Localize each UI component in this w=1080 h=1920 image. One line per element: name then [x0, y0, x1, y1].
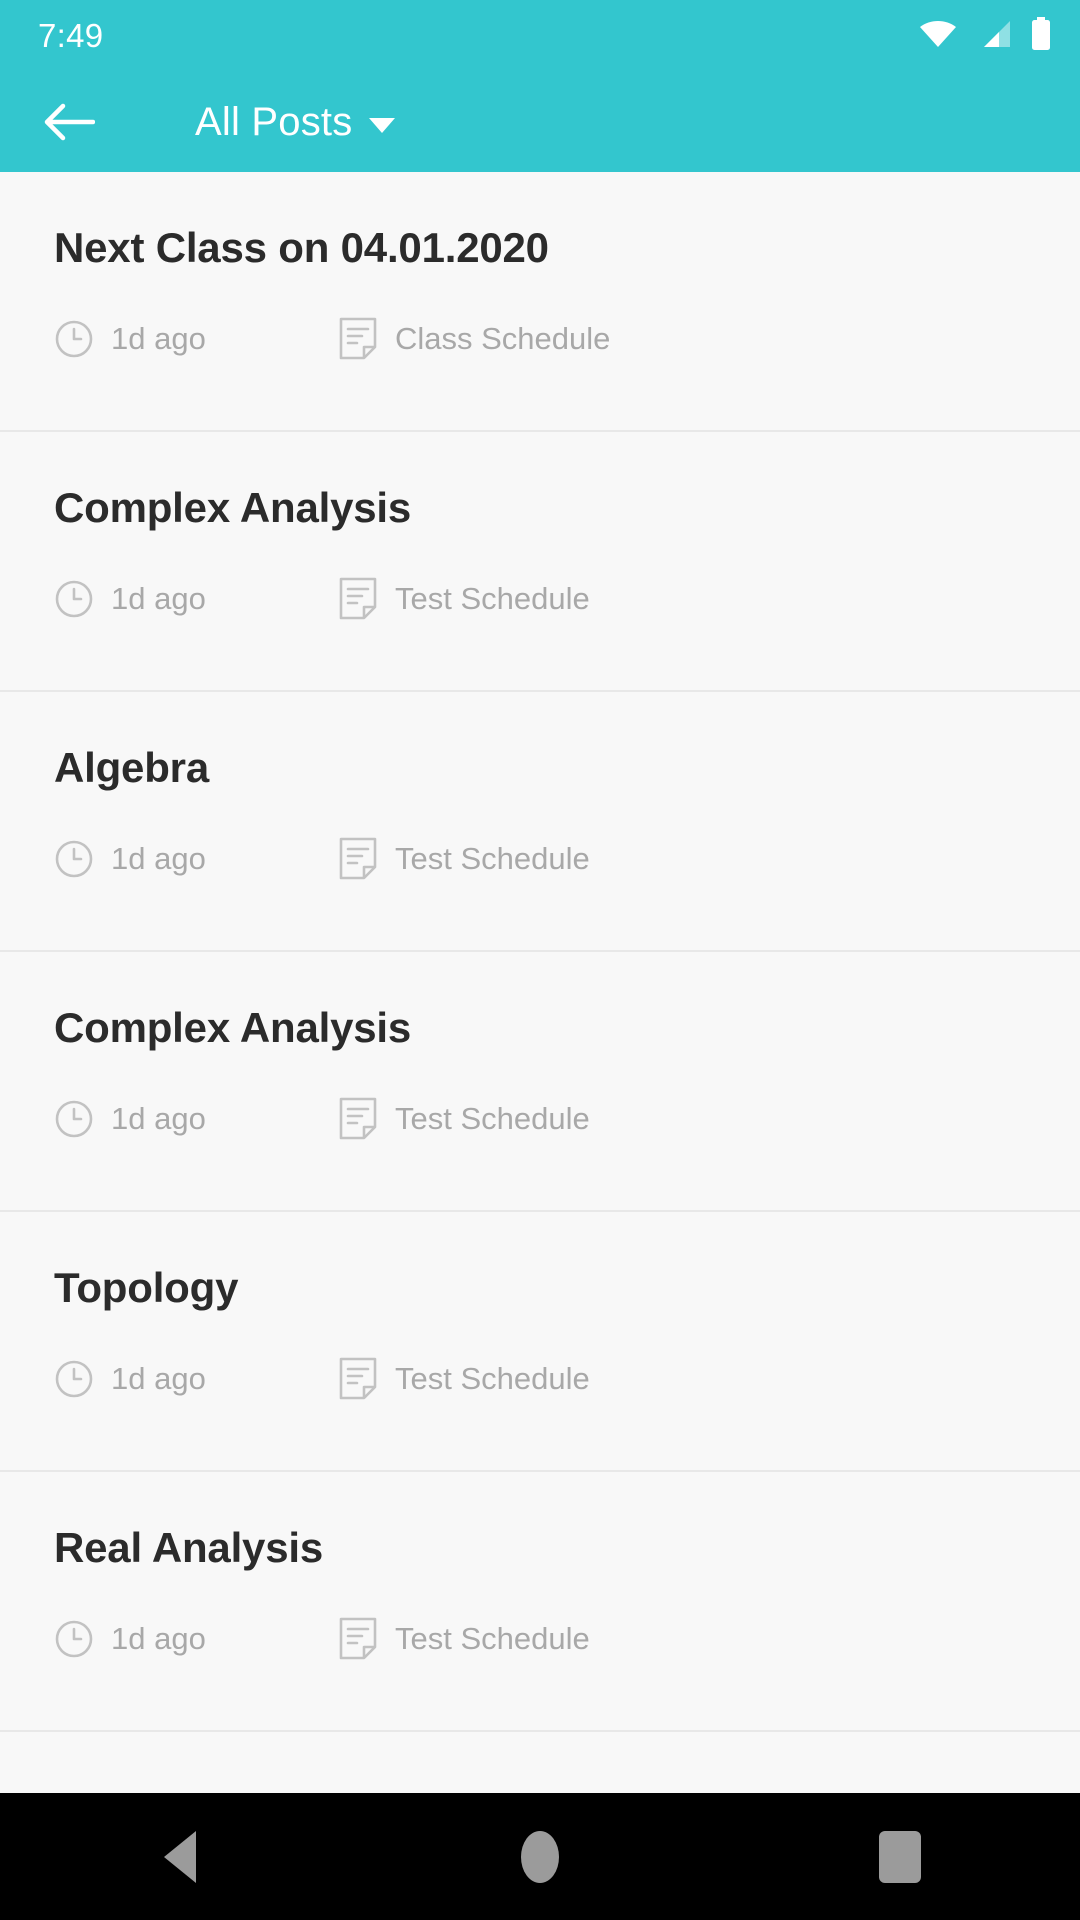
- post-category: Class Schedule: [338, 317, 610, 361]
- post-category-label: Class Schedule: [395, 321, 611, 356]
- phone-screen: 7:49 All Posts Next Class on 04.01.2020 …: [0, 0, 1080, 1920]
- post-timestamp: 1d ago: [54, 319, 338, 359]
- clock-icon: [55, 580, 93, 618]
- post-meta: 1d ago Test Schedule: [54, 1357, 674, 1401]
- post-timestamp-label: 1d ago: [111, 321, 206, 356]
- nav-recents-button[interactable]: [830, 1793, 970, 1920]
- document-icon: [339, 317, 377, 360]
- posts-filter-dropdown[interactable]: All Posts: [195, 99, 396, 145]
- page-title: All Posts: [195, 99, 353, 144]
- status-bar: 7:49: [0, 0, 1080, 72]
- clock-icon: [55, 1100, 93, 1138]
- post-category-label: Test Schedule: [395, 581, 590, 616]
- circle-home-icon: [521, 1830, 559, 1883]
- post-list-item[interactable]: Algebra 1d ago Test Schedule: [0, 692, 1080, 952]
- post-timestamp-label: 1d ago: [111, 581, 206, 616]
- clock-icon: [55, 1360, 93, 1398]
- post-title: Next Class on 04.01.2020: [54, 224, 549, 271]
- cellular-signal-icon: [976, 19, 1012, 54]
- post-meta: 1d ago Test Schedule: [54, 1097, 674, 1141]
- post-meta: 1d ago Class Schedule: [54, 317, 674, 361]
- post-category: Test Schedule: [338, 1097, 590, 1141]
- nav-back-button[interactable]: [110, 1793, 250, 1920]
- post-title: Complex Analysis: [54, 1004, 412, 1051]
- post-timestamp-label: 1d ago: [111, 1621, 206, 1656]
- post-list-item[interactable]: Topology 1d ago Test Schedule: [0, 1212, 1080, 1472]
- post-category-label: Test Schedule: [395, 1101, 590, 1136]
- android-nav-bar: [0, 1793, 1080, 1920]
- clock-icon: [55, 320, 93, 358]
- post-category: Test Schedule: [338, 1617, 590, 1661]
- post-category: Test Schedule: [338, 1357, 590, 1401]
- post-meta: 1d ago Test Schedule: [54, 837, 674, 881]
- post-title: Topology: [54, 1264, 239, 1311]
- post-timestamp: 1d ago: [54, 579, 338, 619]
- post-timestamp: 1d ago: [54, 839, 338, 879]
- post-category-label: Test Schedule: [395, 1361, 590, 1396]
- posts-list[interactable]: Next Class on 04.01.2020 1d ago Class Sche…: [0, 172, 1080, 1793]
- post-timestamp: 1d ago: [54, 1359, 338, 1399]
- post-list-item[interactable]: Complex Analysis 1d ago Test Schedule: [0, 432, 1080, 692]
- back-arrow-icon: [44, 103, 95, 141]
- nav-home-button[interactable]: [470, 1793, 610, 1920]
- wifi-icon: [918, 19, 958, 54]
- post-title: Real Analysis: [54, 1524, 323, 1571]
- status-bar-clock: 7:49: [38, 17, 104, 54]
- post-meta: 1d ago Test Schedule: [54, 577, 674, 621]
- chevron-down-icon: [369, 118, 396, 133]
- post-title: Algebra: [54, 744, 209, 791]
- battery-icon: [1030, 16, 1052, 56]
- app-bar: All Posts: [0, 72, 1080, 172]
- post-category: Test Schedule: [338, 577, 590, 621]
- square-recents-icon: [879, 1830, 921, 1883]
- triangle-back-icon: [164, 1830, 196, 1883]
- post-timestamp-label: 1d ago: [111, 841, 206, 876]
- document-icon: [339, 837, 377, 880]
- post-title: Complex Analysis: [54, 484, 412, 531]
- document-icon: [339, 1097, 377, 1140]
- post-timestamp: 1d ago: [54, 1099, 338, 1139]
- document-icon: [339, 577, 377, 620]
- post-meta: 1d ago Test Schedule: [54, 1617, 674, 1661]
- post-timestamp: 1d ago: [54, 1619, 338, 1659]
- document-icon: [339, 1617, 377, 1660]
- post-category: Test Schedule: [338, 837, 590, 881]
- clock-icon: [55, 840, 93, 878]
- status-bar-icons: [918, 16, 1052, 56]
- post-list-item[interactable]: Next Class on 04.01.2020 1d ago Class Sche…: [0, 172, 1080, 432]
- post-category-label: Test Schedule: [395, 1621, 590, 1656]
- document-icon: [339, 1357, 377, 1400]
- post-list-item[interactable]: Real Analysis 1d ago Test Schedule: [0, 1472, 1080, 1732]
- post-timestamp-label: 1d ago: [111, 1101, 206, 1136]
- post-category-label: Test Schedule: [395, 841, 590, 876]
- clock-icon: [55, 1620, 93, 1658]
- post-timestamp-label: 1d ago: [111, 1361, 206, 1396]
- post-list-item[interactable]: Complex Analysis 1d ago Test Schedule: [0, 952, 1080, 1212]
- back-button[interactable]: [38, 91, 100, 153]
